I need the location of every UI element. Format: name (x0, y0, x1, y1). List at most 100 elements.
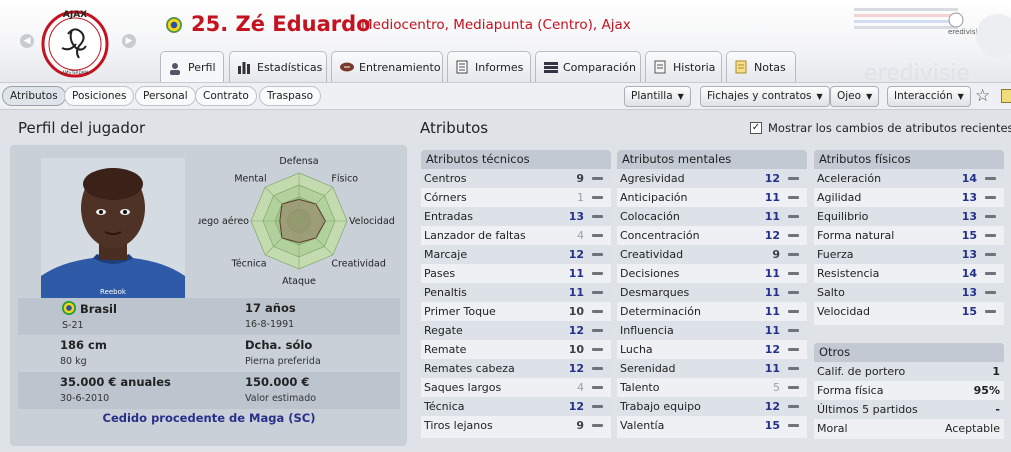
attribute-row[interactable]: Moral Aceptable (814, 419, 1004, 438)
subtab-posiciones[interactable]: Posiciones (64, 86, 135, 106)
star-icon[interactable]: ☆ (975, 86, 990, 106)
attribute-row[interactable]: Determinación 11 (617, 302, 807, 321)
attribute-row[interactable]: Trabajo equipo 12 (617, 397, 807, 416)
forward-arrow-icon[interactable]: ▶ (122, 34, 136, 48)
attribute-row[interactable]: Penaltis 11 (421, 283, 611, 302)
attribute-value: 11 (568, 267, 584, 280)
attribute-row[interactable]: Forma natural 15 (814, 226, 1004, 245)
attribute-row[interactable]: Entradas 13 (421, 207, 611, 226)
subtab-traspaso[interactable]: Traspaso (259, 86, 322, 106)
attribute-name: Centros (424, 172, 467, 185)
attribute-row[interactable]: Salto 13 (814, 283, 1004, 302)
notes-icon[interactable] (1001, 89, 1011, 103)
fichajes-dropdown[interactable]: Fichajes y contratos ▼ (700, 86, 830, 107)
interaccion-dropdown[interactable]: Interacción ▼ (887, 86, 971, 107)
attribute-name: Remate (424, 343, 467, 356)
tab-perfil[interactable]: Perfil (160, 51, 224, 83)
trend-dash-icon (985, 215, 996, 218)
tab-comparacion[interactable]: Comparación (535, 51, 641, 82)
subtab-atributos[interactable]: Atributos (2, 86, 66, 106)
attribute-value: 12 (568, 400, 584, 413)
attribute-value: 11 (764, 362, 780, 375)
attribute-radar-chart: Defensa Físico Velocidad Creatividad Ataque T… (198, 156, 395, 287)
attribute-row[interactable]: Agresividad 12 (617, 169, 807, 188)
club-logo-text: AJAX (63, 10, 87, 20)
attribute-row[interactable]: Influencia 11 (617, 321, 807, 340)
attribute-row[interactable]: Tiros lejanos 9 (421, 416, 611, 435)
attribute-row[interactable]: Aceleración 14 (814, 169, 1004, 188)
attribute-row[interactable]: Colocación 11 (617, 207, 807, 226)
subtab-personal[interactable]: Personal (135, 86, 196, 106)
attribute-row[interactable]: Concentración 12 (617, 226, 807, 245)
attribute-name: Agilidad (817, 191, 862, 204)
tab-entrenamiento[interactable]: Entrenamiento (331, 51, 443, 82)
trend-dash-icon (788, 310, 799, 313)
attribute-row[interactable]: Creatividad 9 (617, 245, 807, 264)
attribute-row[interactable]: Últimos 5 partidos - (814, 400, 1004, 419)
trend-dash-icon (788, 367, 799, 370)
wage-value-row: 35.000 € anuales 30-6-2010 150.000 € Val… (18, 372, 400, 409)
attribute-row[interactable]: Regate 12 (421, 321, 611, 340)
checkmark-icon[interactable]: ✓ (750, 122, 762, 134)
trend-dash-icon (592, 405, 603, 408)
attribute-name: Resistencia (817, 267, 880, 280)
tab-label: Estadísticas (257, 60, 323, 74)
tab-historia[interactable]: Historia (645, 51, 722, 82)
tab-informes[interactable]: Informes (447, 51, 531, 82)
loan-link[interactable]: Cedido procedente de Maga (SC) (18, 411, 400, 425)
tab-label: Entrenamiento (359, 60, 441, 74)
attribute-row[interactable]: Resistencia 14 (814, 264, 1004, 283)
attribute-row[interactable]: Talento 5 (617, 378, 807, 397)
attribute-row[interactable]: Calif. de portero 1 (814, 362, 1004, 381)
attribute-row[interactable]: Desmarques 11 (617, 283, 807, 302)
attribute-row[interactable]: Pases 11 (421, 264, 611, 283)
subtab-contrato[interactable]: Contrato (195, 86, 257, 106)
attribute-row[interactable]: Anticipación 11 (617, 188, 807, 207)
tab-notas[interactable]: Notas (726, 51, 796, 82)
attribute-row[interactable]: Fuerza 13 (814, 245, 1004, 264)
history-icon (653, 60, 667, 74)
attribute-row[interactable]: Técnica 12 (421, 397, 611, 416)
attribute-row[interactable]: Primer Toque 10 (421, 302, 611, 321)
attribute-name: Velocidad (817, 305, 871, 318)
attribute-row[interactable]: Equilibrio 13 (814, 207, 1004, 226)
plantilla-dropdown[interactable]: Plantilla ▼ (624, 86, 691, 107)
back-arrow-icon[interactable]: ◀ (20, 34, 34, 48)
attribute-row[interactable]: Remate 10 (421, 340, 611, 359)
attribute-row[interactable]: Valentía 15 (617, 416, 807, 435)
recent-changes-checkbox[interactable]: ✓ Mostrar los cambios de atributos recie… (750, 121, 1011, 135)
attribute-name: Pases (424, 267, 456, 280)
trend-dash-icon (592, 234, 603, 237)
attribute-name: Saques largos (424, 381, 502, 394)
wage-cell: 35.000 € anuales 30-6-2010 (60, 375, 171, 404)
attribute-value: 1 (577, 191, 584, 204)
attribute-row[interactable]: Marcaje 12 (421, 245, 611, 264)
dropdown-label: Interacción (894, 90, 953, 102)
attribute-row[interactable]: Decisiones 11 (617, 264, 807, 283)
attribute-row[interactable]: Lanzador de faltas 4 (421, 226, 611, 245)
attribute-value: 12 (764, 400, 780, 413)
ojeo-dropdown[interactable]: Ojeo ▼ (830, 86, 880, 107)
trend-dash-icon (592, 310, 603, 313)
trend-dash-icon (592, 424, 603, 427)
attribute-row[interactable]: Córners 1 (421, 188, 611, 207)
tab-estadisticas[interactable]: Estadísticas (229, 51, 327, 82)
attribute-value: 9 (772, 248, 780, 261)
tab-label: Perfil (188, 61, 216, 74)
attribute-value: 15 (961, 229, 977, 242)
nationality-cell: Brasil S-21 (62, 301, 117, 331)
dropdown-label: Ojeo (837, 90, 862, 102)
attribute-row[interactable]: Agilidad 13 (814, 188, 1004, 207)
attribute-row[interactable]: Forma física 95% (814, 381, 1004, 400)
attribute-value: 15 (961, 305, 977, 318)
attribute-row[interactable]: Remates cabeza 12 (421, 359, 611, 378)
attribute-row[interactable]: Saques largos 4 (421, 378, 611, 397)
attribute-row[interactable]: Serenidad 11 (617, 359, 807, 378)
attribute-row[interactable]: Velocidad 15 (814, 302, 1004, 321)
attribute-row[interactable]: Centros 9 (421, 169, 611, 188)
attribute-row[interactable]: Lucha 12 (617, 340, 807, 359)
attribute-name: Desmarques (620, 286, 690, 299)
trend-dash-icon (592, 291, 603, 294)
attribute-value: 10 (568, 343, 584, 356)
profile-title: Perfil del jugador (18, 119, 146, 137)
